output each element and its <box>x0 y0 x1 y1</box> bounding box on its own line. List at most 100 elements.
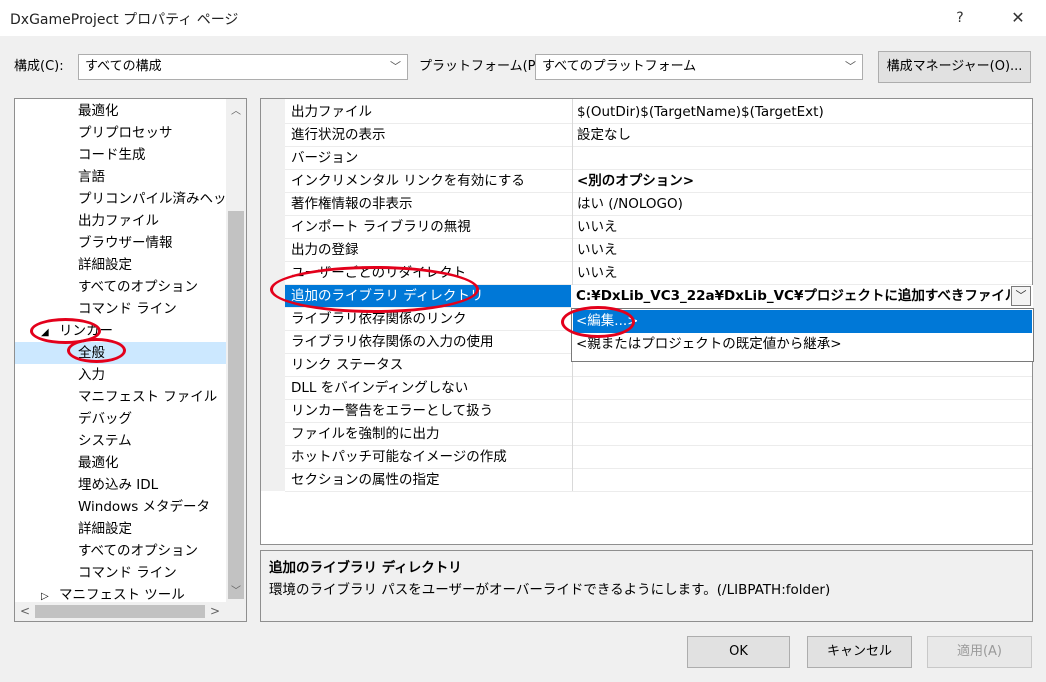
property-name[interactable]: 著作権情報の非表示 <box>291 193 413 215</box>
tree-item-label: システム <box>78 433 132 449</box>
dropdown-button[interactable]: ﹀ <box>1011 286 1031 306</box>
tree-item[interactable]: すべてのオプション <box>78 540 198 562</box>
close-icon: ✕ <box>1011 8 1025 27</box>
config-select[interactable]: すべての構成 ﹀ <box>78 54 408 80</box>
scroll-left-icon[interactable]: < <box>17 604 33 618</box>
tree-item-label: マニフェスト ファイル <box>78 389 218 405</box>
tree-item-label: マニフェスト ツール <box>59 587 185 603</box>
tree-item[interactable]: 入力 <box>78 364 105 386</box>
annotation-circle-edit <box>561 306 635 338</box>
tree-item-label: 出力ファイル <box>78 213 159 229</box>
property-name[interactable]: セクションの属性の指定 <box>291 469 440 491</box>
platform-label: プラットフォーム(P): <box>419 59 545 74</box>
tree-item-label: コマンド ライン <box>78 301 177 317</box>
property-value[interactable]: いいえ <box>577 239 618 261</box>
tree-item[interactable]: 埋め込み IDL <box>78 474 158 496</box>
library-dirs-editor[interactable]: C:¥DxLib_VC3_22a¥DxLib_VC¥プロジェクトに追加すべきファ… <box>572 285 1033 308</box>
tree-item-label: すべてのオプション <box>78 543 199 559</box>
tree-item[interactable]: Windows メタデータ <box>78 496 210 518</box>
tree-item[interactable]: すべてのオプション <box>78 276 198 298</box>
row-separator <box>285 123 1032 124</box>
annotation-circle-general <box>67 338 126 363</box>
property-value[interactable]: 設定なし <box>577 124 631 146</box>
description-panel: 追加のライブラリ ディレクトリ 環境のライブラリ パスをユーザーがオーバーライド… <box>260 550 1033 622</box>
dropdown-option-edit[interactable]: <編集...> <box>573 310 1032 333</box>
dropdown-option-inherit[interactable]: <親またはプロジェクトの既定値から継承> <box>573 333 1032 356</box>
property-value[interactable]: $(OutDir)$(TargetName)$(TargetExt) <box>577 101 824 123</box>
category-tree: 最適化 プリプロセッサ コード生成 言語 プリコンパイル済みヘッダー 出力ファイル ブラウザ… <box>14 98 247 622</box>
tree-item[interactable]: 詳細設定 <box>78 254 132 276</box>
tree-item[interactable]: 出力ファイル <box>78 210 159 232</box>
property-grid: 出力ファイル $(OutDir)$(TargetName)$(TargetExt)… <box>260 98 1034 545</box>
apply-button[interactable]: 適用(A) <box>927 636 1032 668</box>
tree-item[interactable]: コード生成 <box>78 144 146 166</box>
window-title: DxGameProject プロパティ ページ <box>10 12 239 28</box>
tree-horizontal-thumb[interactable] <box>35 605 205 618</box>
library-dirs-value[interactable]: C:¥DxLib_VC3_22a¥DxLib_VC¥プロジェクトに追加すべきファ… <box>576 285 1012 307</box>
tree-item-label: コマンド ライン <box>78 565 177 581</box>
title-bar: DxGameProject プロパティ ページ ? ✕ <box>0 0 1046 36</box>
tree-item-label: 詳細設定 <box>78 521 132 537</box>
config-manager-button[interactable]: 構成マネージャー(O)... <box>878 51 1031 83</box>
tree-item-label: プリコンパイル済みヘッダー <box>78 191 247 207</box>
property-name[interactable]: ファイルを強制的に出力 <box>291 423 440 445</box>
property-name[interactable]: リンカー警告をエラーとして扱う <box>291 400 493 422</box>
property-value[interactable]: はい (/NOLOGO) <box>577 193 683 215</box>
property-name[interactable]: ライブラリ依存関係の入力の使用 <box>291 331 494 353</box>
close-button[interactable]: ✕ <box>1000 5 1036 31</box>
tree-item[interactable]: システム <box>78 430 132 452</box>
tree-item[interactable]: プリコンパイル済みヘッダー <box>78 188 247 210</box>
property-name[interactable]: ホットパッチ可能なイメージの作成 <box>291 446 507 468</box>
chevron-down-icon: ﹀ <box>1015 289 1027 302</box>
tree-item[interactable]: 詳細設定 <box>78 518 132 540</box>
tree-item-label: Windows メタデータ <box>78 499 211 515</box>
scroll-down-icon[interactable]: ﹀ <box>228 582 244 597</box>
row-separator <box>285 238 1032 239</box>
tree-item-label: 埋め込み IDL <box>78 477 159 493</box>
cancel-button[interactable]: キャンセル <box>807 636 912 668</box>
property-name[interactable]: インポート ライブラリの無視 <box>291 216 471 238</box>
annotation-circle-library-dirs <box>270 266 479 313</box>
tree-item-label: 言語 <box>78 169 105 185</box>
property-name[interactable]: 出力ファイル <box>291 101 372 123</box>
property-name[interactable]: リンク ステータス <box>291 354 403 376</box>
tree-item-label: プリプロセッサ <box>78 125 173 141</box>
tree-item-label: すべてのオプション <box>78 279 199 295</box>
property-name[interactable]: 進行状況の表示 <box>291 124 386 146</box>
tree-item[interactable]: マニフェスト ファイル <box>78 386 217 408</box>
property-name[interactable]: バージョン <box>291 147 358 169</box>
ok-button[interactable]: OK <box>687 636 790 668</box>
tree-item[interactable]: 最適化 <box>78 452 119 474</box>
tree-item-label: 詳細設定 <box>78 257 132 273</box>
tree-item[interactable]: コマンド ライン <box>78 562 177 584</box>
tree-item[interactable]: ブラウザー情報 <box>78 232 173 254</box>
tree-item[interactable]: デバッグ <box>78 408 132 430</box>
tree-item[interactable]: コマンド ライン <box>78 298 177 320</box>
tree-item-label: 最適化 <box>78 455 119 471</box>
help-button[interactable]: ? <box>944 5 976 31</box>
tree-item[interactable]: プリプロセッサ <box>78 122 173 144</box>
property-name[interactable]: DLL をバインディングしない <box>291 377 468 399</box>
tree-item-label: ブラウザー情報 <box>78 235 173 251</box>
value-dropdown-list: <編集...> <親またはプロジェクトの既定値から継承> <box>571 308 1034 362</box>
tree-item-label: 入力 <box>78 367 105 383</box>
platform-select-value: すべてのプラットフォーム <box>542 59 697 74</box>
chevron-down-icon: ﹀ <box>845 60 856 73</box>
property-value[interactable]: いいえ <box>577 216 618 238</box>
config-select-value: すべての構成 <box>85 59 162 74</box>
property-value[interactable]: いいえ <box>577 262 618 284</box>
row-separator <box>285 491 1032 492</box>
property-value[interactable]: <別のオプション> <box>577 170 694 192</box>
tree-item[interactable]: 最適化 <box>78 100 119 122</box>
chevron-down-icon: ﹀ <box>390 60 401 73</box>
platform-select[interactable]: すべてのプラットフォーム ﹀ <box>535 54 863 80</box>
description-text: 環境のライブラリ パスをユーザーがオーバーライドできるようにします。(/LIBP… <box>269 582 831 598</box>
tree-item-label: デバッグ <box>78 411 132 427</box>
property-name[interactable]: インクリメンタル リンクを有効にする <box>291 170 525 192</box>
description-title: 追加のライブラリ ディレクトリ <box>269 560 462 576</box>
tree-vertical-thumb[interactable] <box>228 211 244 599</box>
scroll-up-icon[interactable]: ︿ <box>228 102 244 117</box>
tree-item[interactable]: 言語 <box>78 166 105 188</box>
property-name[interactable]: 出力の登録 <box>291 239 359 261</box>
scroll-right-icon[interactable]: > <box>207 604 223 618</box>
